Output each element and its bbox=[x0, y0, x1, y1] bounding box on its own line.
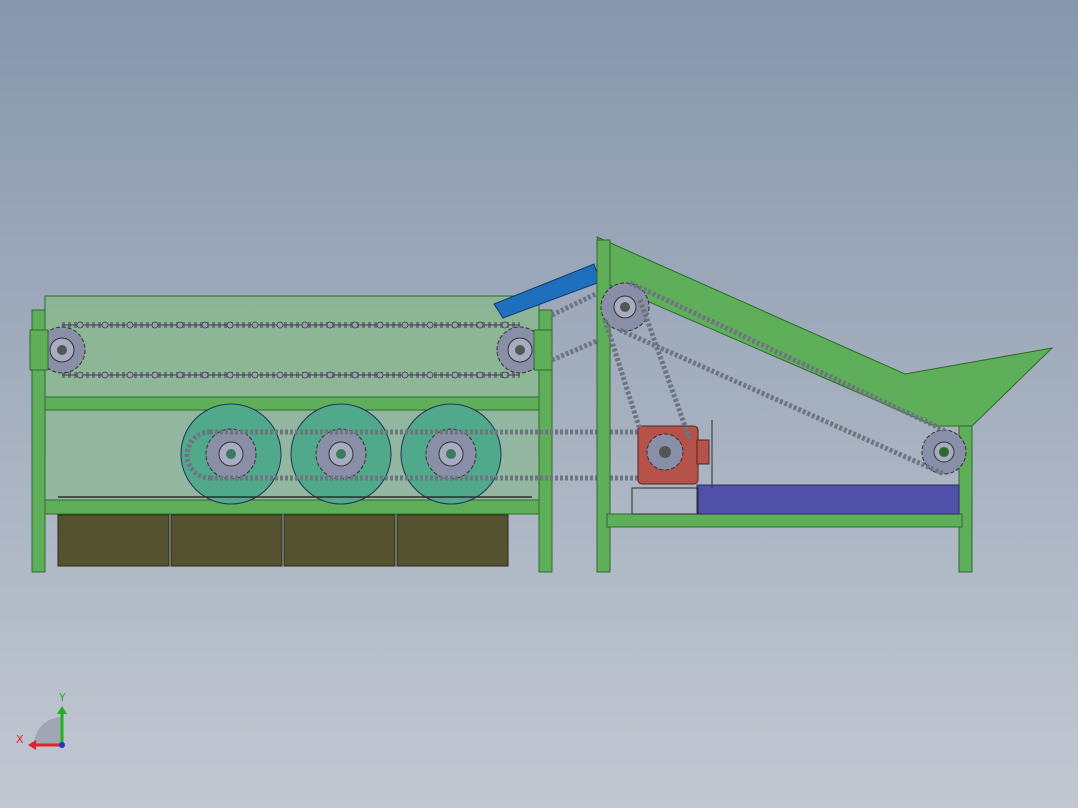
right-bearing-bracket bbox=[533, 329, 553, 371]
drive-motor bbox=[637, 425, 710, 485]
x-axis-label: X bbox=[16, 733, 24, 746]
left-beam-middle bbox=[39, 396, 551, 411]
washing-roller-2 bbox=[290, 403, 392, 505]
washing-roller-1 bbox=[180, 403, 282, 505]
right-base-beam bbox=[606, 513, 963, 528]
right-machine bbox=[596, 236, 1054, 573]
axis-triad: X Y bbox=[16, 691, 67, 750]
collection-box-4 bbox=[396, 514, 509, 567]
transfer-chains bbox=[550, 287, 606, 363]
left-upper-housing bbox=[44, 295, 540, 399]
inclined-conveyor-panel bbox=[596, 236, 1054, 427]
left-bearing-bracket bbox=[29, 329, 49, 371]
cad-viewport[interactable]: X Y bbox=[0, 0, 1078, 808]
washing-roller-3 bbox=[400, 403, 502, 505]
y-axis-head bbox=[57, 706, 67, 714]
triad-arc bbox=[34, 717, 62, 745]
collection-box-2 bbox=[170, 514, 283, 567]
x-axis-head bbox=[28, 740, 36, 750]
z-axis-dot bbox=[59, 742, 65, 748]
collection-box-1 bbox=[57, 514, 170, 567]
y-axis-label: Y bbox=[58, 691, 66, 704]
machine-drawing: X Y bbox=[16, 236, 1054, 750]
left-beam-lower bbox=[39, 499, 551, 515]
motor-stand bbox=[631, 487, 699, 515]
left-machine bbox=[29, 295, 665, 573]
output-belt bbox=[696, 484, 960, 515]
collection-box-3 bbox=[283, 514, 396, 567]
